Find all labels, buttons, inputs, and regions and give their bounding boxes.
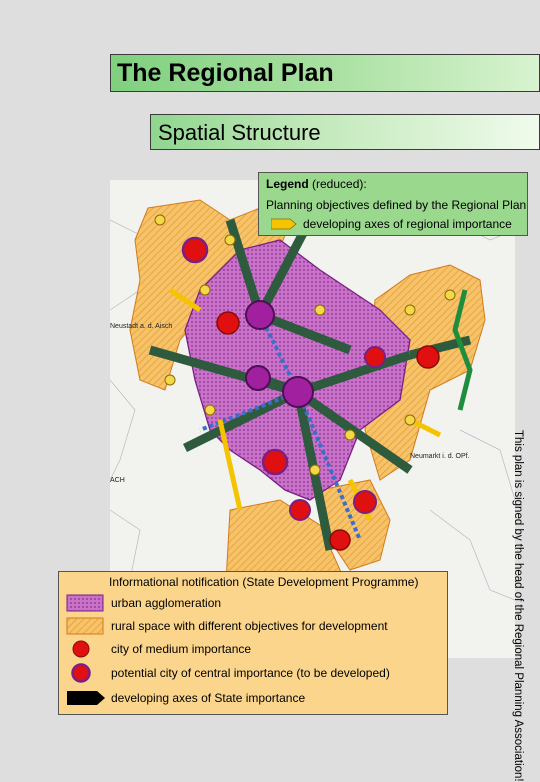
page-title: The Regional Plan bbox=[117, 59, 334, 87]
signature-note-text: This plan is signed by the head of the R… bbox=[512, 430, 524, 782]
potential-central-city-icon bbox=[71, 663, 91, 683]
title-banner: The Regional Plan bbox=[110, 54, 540, 92]
legend-item-urban: urban agglomeration bbox=[65, 593, 221, 613]
legend-item-state-axis: developing axes of State importance bbox=[65, 688, 305, 708]
legend-item-label: developing axes of State importance bbox=[111, 691, 306, 705]
rural-space-swatch bbox=[66, 617, 104, 635]
legend-item-medium-city: city of medium importance bbox=[65, 639, 251, 659]
legend-item-label: rural space with different objectives fo… bbox=[111, 619, 388, 633]
map-label-neumarkt: Neumarkt i. d. OPf. bbox=[410, 453, 470, 460]
medium-city-icon bbox=[72, 640, 90, 658]
legend-item-label: developing axes of regional importance bbox=[303, 217, 512, 231]
page-subtitle: Spatial Structure bbox=[158, 120, 321, 145]
legend-title-rest: (reduced): bbox=[308, 177, 367, 191]
state-axis-arrow-icon bbox=[67, 691, 105, 705]
legend-bottom-title: Informational notification (State Develo… bbox=[109, 575, 419, 589]
map-label-ach: ACH bbox=[110, 477, 125, 484]
axis-arrow-icon bbox=[271, 218, 297, 230]
map-label-neustadt: Neustadt a. d. Aisch bbox=[110, 323, 172, 330]
subtitle-banner: Spatial Structure bbox=[150, 114, 540, 150]
urban-agglomeration-swatch bbox=[66, 594, 104, 612]
legend-title: Legend (reduced): bbox=[266, 177, 367, 191]
legend-subtitle: Planning objectives defined by the Regio… bbox=[266, 198, 527, 212]
signature-note: This plan is signed by the head of the R… bbox=[512, 430, 540, 782]
legend-item-label: urban agglomeration bbox=[111, 596, 222, 610]
legend-regional-plan: Legend (reduced): Planning objectives de… bbox=[258, 172, 528, 236]
legend-item-regional-axis: developing axes of regional importance bbox=[271, 217, 512, 231]
legend-item-rural: rural space with different objectives fo… bbox=[65, 616, 388, 636]
legend-item-potential-central-city: potential city of central importance (to… bbox=[65, 663, 390, 683]
legend-state-development: Informational notification (State Develo… bbox=[58, 571, 448, 715]
legend-item-label: city of medium importance bbox=[111, 642, 252, 656]
legend-title-bold: Legend bbox=[266, 177, 309, 191]
legend-item-label: potential city of central importance (to… bbox=[111, 666, 390, 680]
